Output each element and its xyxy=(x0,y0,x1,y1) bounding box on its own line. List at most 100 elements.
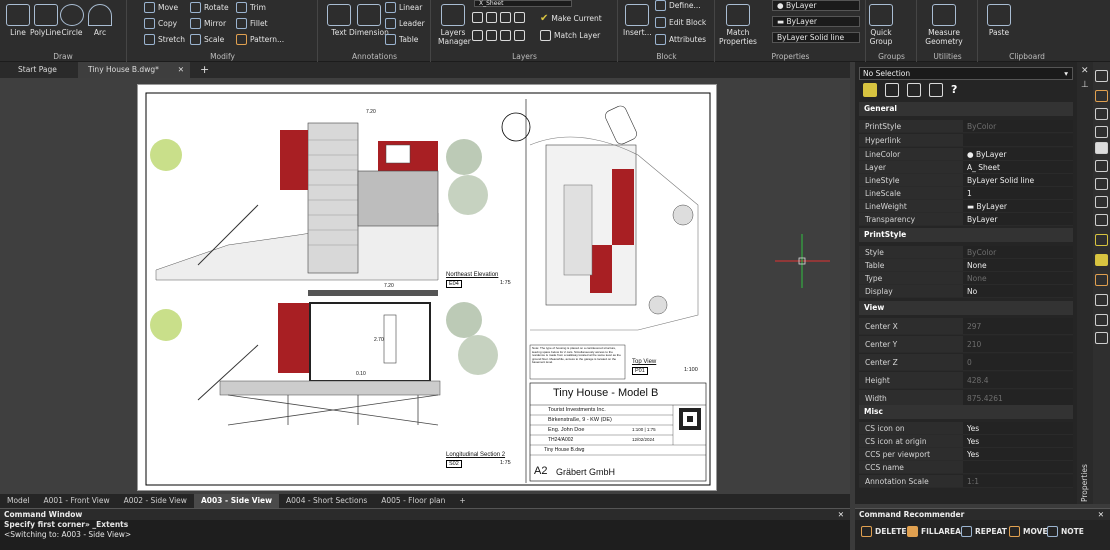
insert-button[interactable]: Insert... xyxy=(623,4,652,37)
stamp-icon[interactable] xyxy=(1095,126,1108,138)
view-section[interactable]: View xyxy=(859,301,1073,315)
close-icon[interactable]: ✕ xyxy=(1098,509,1104,520)
prop-ccs-per-viewport[interactable]: CCS per viewport Yes xyxy=(859,448,1073,461)
paste-button[interactable]: Paste xyxy=(987,4,1011,37)
layer-walk-icon[interactable] xyxy=(500,30,511,41)
layers-icon[interactable] xyxy=(1095,90,1108,102)
polyline-button[interactable]: PolyLine xyxy=(30,4,61,37)
layout-tab-a004[interactable]: A004 - Short Sections xyxy=(279,494,374,508)
pattern-button[interactable]: Pattern... xyxy=(236,34,284,45)
rec-move-button[interactable]: MOVE xyxy=(1009,526,1048,537)
prop-cs-icon-origin[interactable]: CS icon at origin Yes xyxy=(859,435,1073,448)
tab-start-page[interactable]: Start Page xyxy=(8,62,67,78)
chat-icon[interactable] xyxy=(1095,160,1108,172)
general-section[interactable]: General xyxy=(859,102,1073,116)
prop-linescale[interactable]: LineScale 1 xyxy=(859,187,1073,200)
filter-icon[interactable] xyxy=(929,83,943,97)
layer-lock-icon[interactable] xyxy=(500,12,511,23)
rec-repeat-button[interactable]: REPEAT xyxy=(961,526,1007,537)
leader-button[interactable]: Leader xyxy=(385,18,425,29)
close-icon[interactable]: ✕ xyxy=(178,62,184,78)
prop-transparency[interactable]: Transparency ByLayer xyxy=(859,213,1073,226)
pencil-icon[interactable] xyxy=(1095,274,1108,286)
lineweight-dropdown[interactable]: ▬ ByLayer xyxy=(772,16,860,27)
robot-icon[interactable] xyxy=(1095,196,1108,208)
layer-unisolate-icon[interactable] xyxy=(486,30,497,41)
prop-layer[interactable]: Layer A_ Sheet xyxy=(859,161,1073,174)
game-controller-icon[interactable] xyxy=(1095,142,1108,154)
close-icon[interactable]: ✕ xyxy=(1081,66,1089,76)
rec-note-button[interactable]: NOTE xyxy=(1047,526,1084,537)
pin-icon[interactable]: ⊥ xyxy=(1081,80,1089,90)
prop-display[interactable]: Display No xyxy=(859,285,1073,298)
prop-hyperlink[interactable]: Hyperlink xyxy=(859,134,1073,147)
prop-linecolor[interactable]: LineColor ● ByLayer xyxy=(859,148,1073,161)
misc-section[interactable]: Misc xyxy=(859,405,1073,419)
rec-fillarea-button[interactable]: FILLAREA xyxy=(907,526,961,537)
layer-freeze-icon[interactable] xyxy=(486,12,497,23)
help-icon[interactable]: ? xyxy=(951,83,957,97)
printstyle-section[interactable]: PrintStyle xyxy=(859,228,1073,242)
measure-button[interactable]: Measure Geometry xyxy=(922,4,966,46)
make-current-button[interactable]: ✔ Make Current xyxy=(540,13,602,24)
sheet-icon[interactable] xyxy=(1095,294,1108,306)
layout-tab-a003[interactable]: A003 - Side View xyxy=(193,494,280,508)
layout-tab-a002[interactable]: A002 - Side View xyxy=(117,494,194,508)
move-button[interactable]: Move xyxy=(144,2,178,13)
prop-lineweight[interactable]: LineWeight ▬ ByLayer xyxy=(859,200,1073,213)
grid-icon[interactable] xyxy=(1095,234,1108,246)
mirror-button[interactable]: Mirror xyxy=(190,18,226,29)
properties-icon[interactable] xyxy=(1095,108,1108,120)
rec-delete-button[interactable]: DELETE xyxy=(861,526,907,537)
linear-button[interactable]: Linear xyxy=(385,2,422,13)
layout-tab-a005[interactable]: A005 - Floor plan xyxy=(374,494,452,508)
scale-button[interactable]: Scale xyxy=(190,34,224,45)
arc-button[interactable]: Arc xyxy=(88,4,112,37)
line-button[interactable]: Line xyxy=(6,4,30,37)
table-button[interactable]: Table xyxy=(385,34,418,45)
stretch-button[interactable]: Stretch xyxy=(144,34,185,45)
attributes-button[interactable]: Attributes xyxy=(655,34,706,45)
layout-tab-model[interactable]: Model xyxy=(0,494,37,508)
close-icon[interactable]: ✕ xyxy=(838,509,844,520)
select-objects-icon[interactable] xyxy=(885,83,899,97)
tab-tiny-house[interactable]: Tiny House B.dwg* ✕ xyxy=(78,62,190,78)
define-button[interactable]: Define... xyxy=(655,0,701,11)
quick-select-icon[interactable] xyxy=(863,83,877,97)
trim-button[interactable]: Trim xyxy=(236,2,266,13)
quick-group-button[interactable]: Quick Group xyxy=(869,4,893,46)
match-layer-button[interactable]: Match Layer xyxy=(540,30,600,41)
library-icon[interactable] xyxy=(1095,178,1108,190)
circle-button[interactable]: Circle xyxy=(60,4,84,37)
prop-table[interactable]: Table None xyxy=(859,259,1073,272)
edit-block-button[interactable]: Edit Block xyxy=(655,17,706,28)
list-icon[interactable] xyxy=(1095,332,1108,344)
bell-icon[interactable] xyxy=(1095,214,1108,226)
prop-cs-icon-on[interactable]: CS icon on Yes xyxy=(859,422,1073,435)
copy-button[interactable]: Copy xyxy=(144,18,177,29)
triangle-icon[interactable] xyxy=(1095,70,1108,82)
table-icon[interactable] xyxy=(1095,314,1108,326)
layer-previous-icon[interactable] xyxy=(514,30,525,41)
bookmark-icon[interactable] xyxy=(1095,254,1108,266)
layer-off-icon[interactable] xyxy=(514,12,525,23)
properties-rail-label[interactable]: Properties xyxy=(1080,464,1089,502)
linetype-dropdown[interactable]: ByLayer Solid line xyxy=(772,32,860,43)
toggle-pickadd-icon[interactable] xyxy=(907,83,921,97)
add-layout-button[interactable]: + xyxy=(452,494,472,508)
layout-tab-a001[interactable]: A001 - Front View xyxy=(37,494,117,508)
layer-state-icon[interactable] xyxy=(472,12,483,23)
layer-dropdown[interactable]: X_Sheet xyxy=(474,0,572,7)
layers-manager-button[interactable]: Layers Manager xyxy=(438,4,471,46)
prop-linetype[interactable]: LineStyle ByLayer Solid line xyxy=(859,174,1073,187)
fillet-button[interactable]: Fillet xyxy=(236,18,268,29)
color-dropdown[interactable]: ● ByLayer xyxy=(772,0,860,11)
dimension-button[interactable]: Dimension xyxy=(349,4,389,37)
text-button[interactable]: Text xyxy=(327,4,351,37)
rotate-button[interactable]: Rotate xyxy=(190,2,229,13)
match-properties-button[interactable]: Match Properties xyxy=(718,4,758,46)
selection-dropdown[interactable]: No Selection ▾ xyxy=(859,67,1073,80)
layer-isolate-icon[interactable] xyxy=(472,30,483,41)
prop-ccs-name[interactable]: CCS name xyxy=(859,461,1073,474)
drawing-canvas[interactable]: Northeast Elevation E04 1:75 7.20 7.20 2… xyxy=(0,78,850,494)
